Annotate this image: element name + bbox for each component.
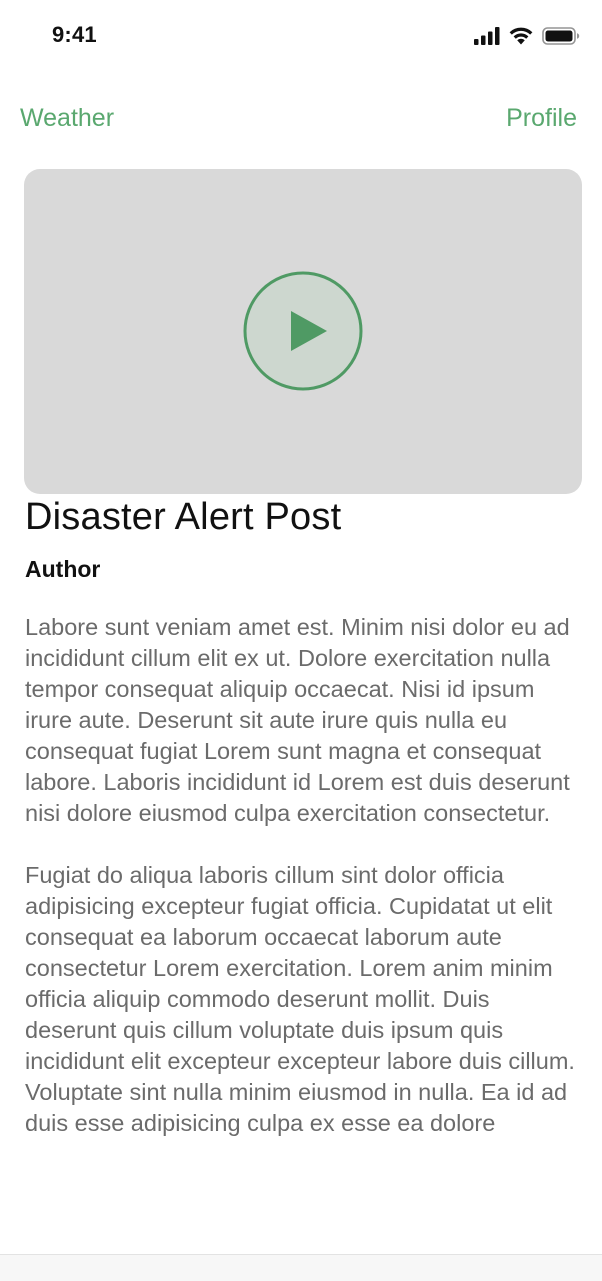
post-author: Author	[25, 556, 101, 582]
play-icon	[243, 271, 363, 391]
signal-icon	[474, 26, 500, 45]
status-time: 9:41	[52, 22, 97, 47]
video-player[interactable]	[24, 169, 582, 494]
post-paragraph: Fugiat do aliqua laboris cillum sint dol…	[25, 862, 575, 1136]
play-button[interactable]	[243, 271, 363, 391]
post-body: Labore sunt veniam amet est. Minim nisi …	[25, 612, 585, 1252]
battery-icon	[542, 26, 580, 45]
nav-profile-link[interactable]: Profile	[506, 104, 577, 133]
post-title: Disaster Alert Post	[25, 496, 342, 538]
status-icons	[474, 26, 580, 45]
post-paragraph: Labore sunt veniam amet est. Minim nisi …	[25, 614, 570, 826]
nav-weather-link[interactable]: Weather	[20, 104, 114, 133]
bottom-bar	[0, 1254, 602, 1281]
status-bar: 9:41	[0, 0, 602, 72]
top-nav: Weather Profile	[0, 100, 602, 140]
wifi-icon	[508, 26, 534, 45]
